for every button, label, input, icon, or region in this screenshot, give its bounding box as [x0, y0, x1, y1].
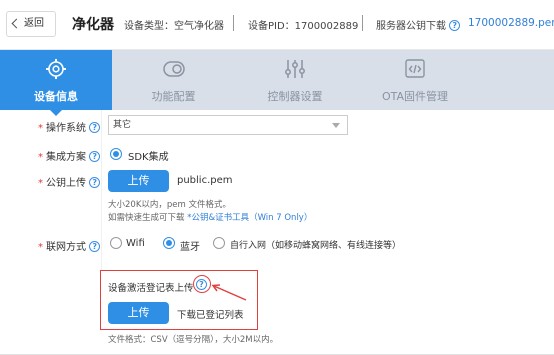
- chevron-left-icon: [11, 18, 22, 29]
- server-key-download-label: 服务器公钥下载: [376, 21, 446, 32]
- pubkey-upload-button[interactable]: 上传: [108, 170, 169, 192]
- chevron-down-icon: [332, 123, 340, 128]
- pubkey-size-note: 大小20K以内，pem 文件格式。: [108, 200, 231, 210]
- tab-ota-firmware[interactable]: OTA固件管理: [355, 50, 475, 110]
- download-registered-list-link[interactable]: 下载已登记列表: [177, 307, 244, 321]
- tab-label: 设备信息: [34, 90, 78, 103]
- device-type: 设备类型：空气净化器: [124, 21, 224, 32]
- tab-label: 功能配置: [151, 90, 196, 103]
- device-pid: 设备PID：1700002889: [248, 21, 359, 32]
- sdk-integration-label: SDK集成: [128, 152, 169, 163]
- activation-upload-label: 设备激活登记表上传: [108, 283, 194, 294]
- tab-function-config[interactable]: 功能配置: [112, 50, 235, 110]
- network-wifi-radio[interactable]: [110, 237, 122, 249]
- help-icon[interactable]: ?: [449, 20, 461, 31]
- divider: [233, 15, 234, 31]
- help-icon[interactable]: ?: [89, 151, 101, 162]
- divider: [362, 15, 363, 31]
- pubkey-tool-note: 如需快速生成可下载 *公钥&证书工具（Win 7 Only）: [108, 213, 313, 223]
- os-label: * 操作系统 ?: [38, 119, 101, 134]
- tab-controller-settings[interactable]: 控制器设置: [235, 50, 355, 110]
- network-wifi-label: Wifi: [126, 238, 145, 249]
- network-bluetooth-radio[interactable]: [163, 237, 175, 249]
- back-label: 返回: [24, 18, 44, 29]
- server-key-download: 服务器公钥下载 ?: [376, 17, 461, 32]
- tab-label: 控制器设置: [267, 90, 323, 103]
- help-icon[interactable]: ?: [89, 122, 101, 133]
- sliders-icon: [285, 60, 305, 78]
- os-select[interactable]: 其它: [108, 115, 348, 135]
- page-title: 净化器: [72, 17, 114, 33]
- activation-upload-button[interactable]: 上传: [108, 302, 169, 324]
- pubkey-label: * 公钥上传 ?: [38, 174, 101, 189]
- activation-file-note: 文件格式：CSV（逗号分隔），大小2M以内。: [108, 335, 279, 345]
- network-self-radio[interactable]: [213, 237, 225, 249]
- integration-label: * 集成方案 ?: [38, 148, 101, 163]
- network-self-label: 自行入网（如移动蜂窝网络、有线连接等）: [230, 241, 402, 251]
- page-header: 返回 净化器 设备类型：空气净化器 设备PID：1700002889 服务器公钥…: [0, 0, 554, 50]
- tab-device-info[interactable]: 设备信息: [0, 50, 112, 116]
- tab-bar: 设备信息 功能配置 控制器设置 OTA固件管理: [0, 50, 554, 116]
- network-bluetooth-label: 蓝牙: [180, 242, 200, 253]
- tab-label: OTA固件管理: [381, 90, 449, 103]
- server-key-file-link[interactable]: 1700002889.pem: [468, 17, 554, 29]
- help-icon[interactable]: ?: [89, 241, 101, 252]
- arrow-icon: [211, 284, 247, 301]
- gear-icon: [46, 59, 66, 79]
- back-button[interactable]: 返回: [6, 11, 56, 37]
- code-file-icon: [405, 59, 425, 78]
- network-label: * 联网方式 ?: [38, 238, 101, 253]
- os-select-value: 其它: [113, 120, 132, 130]
- toggle-icon: [162, 61, 185, 77]
- divider: [101, 110, 102, 270]
- key-tool-link[interactable]: *公钥&证书工具（Win 7 Only）: [187, 213, 312, 223]
- sdk-integration-radio[interactable]: [110, 148, 122, 160]
- pubkey-file-link[interactable]: public.pem: [177, 175, 233, 186]
- help-icon[interactable]: ?: [89, 177, 101, 188]
